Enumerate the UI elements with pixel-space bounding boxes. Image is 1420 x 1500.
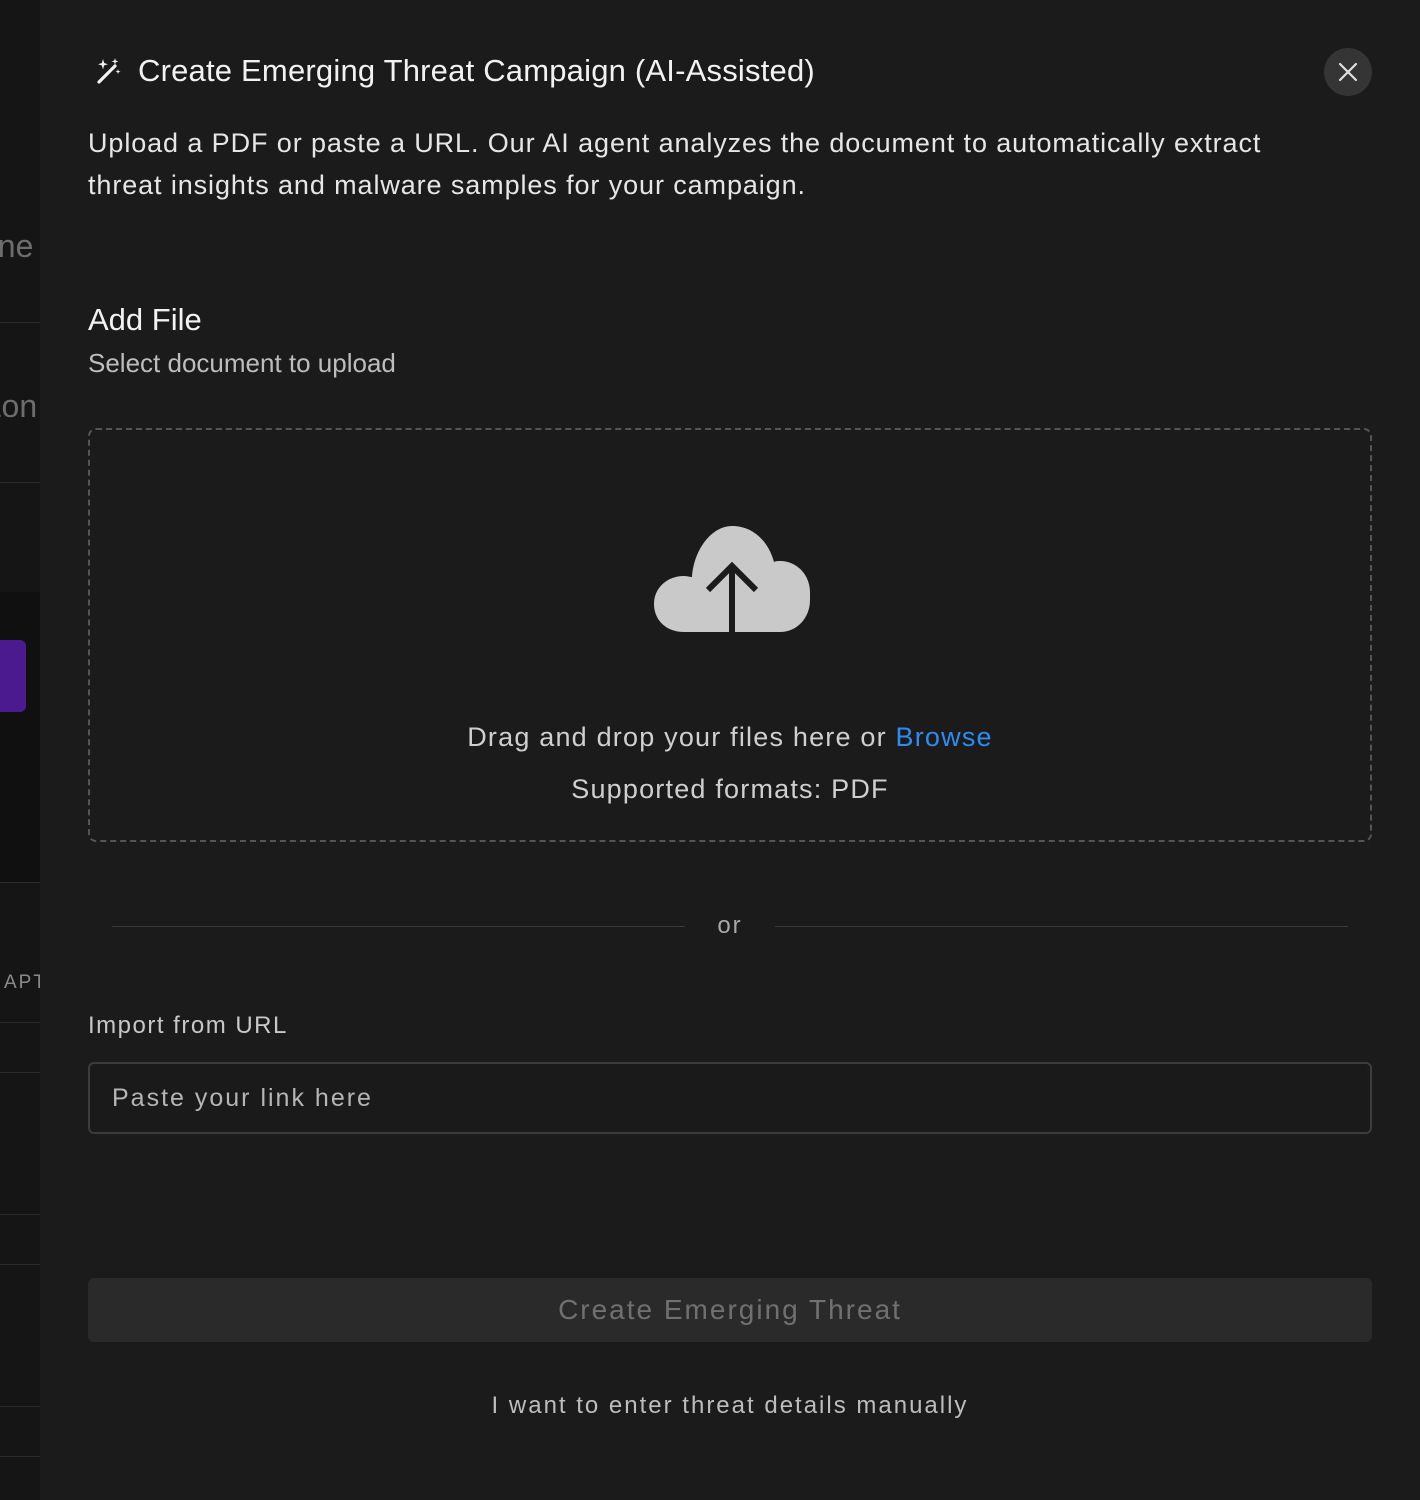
background-divider (0, 1214, 40, 1215)
divider-line (112, 925, 686, 927)
divider-line (774, 925, 1348, 927)
create-emerging-threat-button[interactable]: Create Emerging Threat (88, 1278, 1372, 1342)
background-divider (0, 1456, 40, 1457)
background-divider (0, 882, 40, 883)
add-file-heading: Add File (88, 302, 202, 337)
background-divider (0, 1264, 40, 1265)
browse-link[interactable]: Browse (896, 722, 993, 752)
background-text-fragment: one (0, 228, 34, 264)
background-app: one Zon APT (0, 0, 40, 1500)
background-text-fragment: APT (4, 972, 40, 993)
dropzone-instructions: Drag and drop your files here or Browse (90, 722, 1370, 753)
supported-formats-text: Supported formats: PDF (571, 774, 889, 804)
modal-header: Create Emerging Threat Campaign (AI-Assi… (92, 48, 815, 94)
background-divider (0, 1022, 40, 1023)
background-divider (0, 1072, 40, 1073)
modal-description: Upload a PDF or paste a URL. Our AI agen… (88, 128, 1262, 200)
close-button[interactable] (1324, 48, 1372, 96)
divider-text: or (717, 912, 743, 939)
background-divider (0, 322, 40, 323)
manual-entry-link[interactable]: I want to enter threat details manually (40, 1392, 1420, 1420)
cloud-upload-icon (654, 526, 810, 638)
modal-title: Create Emerging Threat Campaign (AI-Assi… (138, 53, 815, 88)
url-import-label: Import from URL (88, 1012, 288, 1039)
background-text-fragment: Zon (0, 388, 38, 424)
background-divider (0, 482, 40, 483)
file-dropzone[interactable]: Drag and drop your files here or Browse … (88, 428, 1372, 842)
background-band (0, 592, 40, 882)
sparkle-magic-icon (92, 55, 124, 87)
background-divider (0, 1406, 40, 1407)
add-file-subtitle: Select document to upload (88, 348, 396, 378)
background-purple-button (0, 640, 26, 712)
create-campaign-modal: Create Emerging Threat Campaign (AI-Assi… (40, 0, 1420, 1500)
close-icon (1338, 62, 1358, 82)
drag-drop-text: Drag and drop your files here or (467, 722, 887, 752)
url-input[interactable] (88, 1062, 1372, 1134)
or-divider: or (112, 906, 1348, 946)
